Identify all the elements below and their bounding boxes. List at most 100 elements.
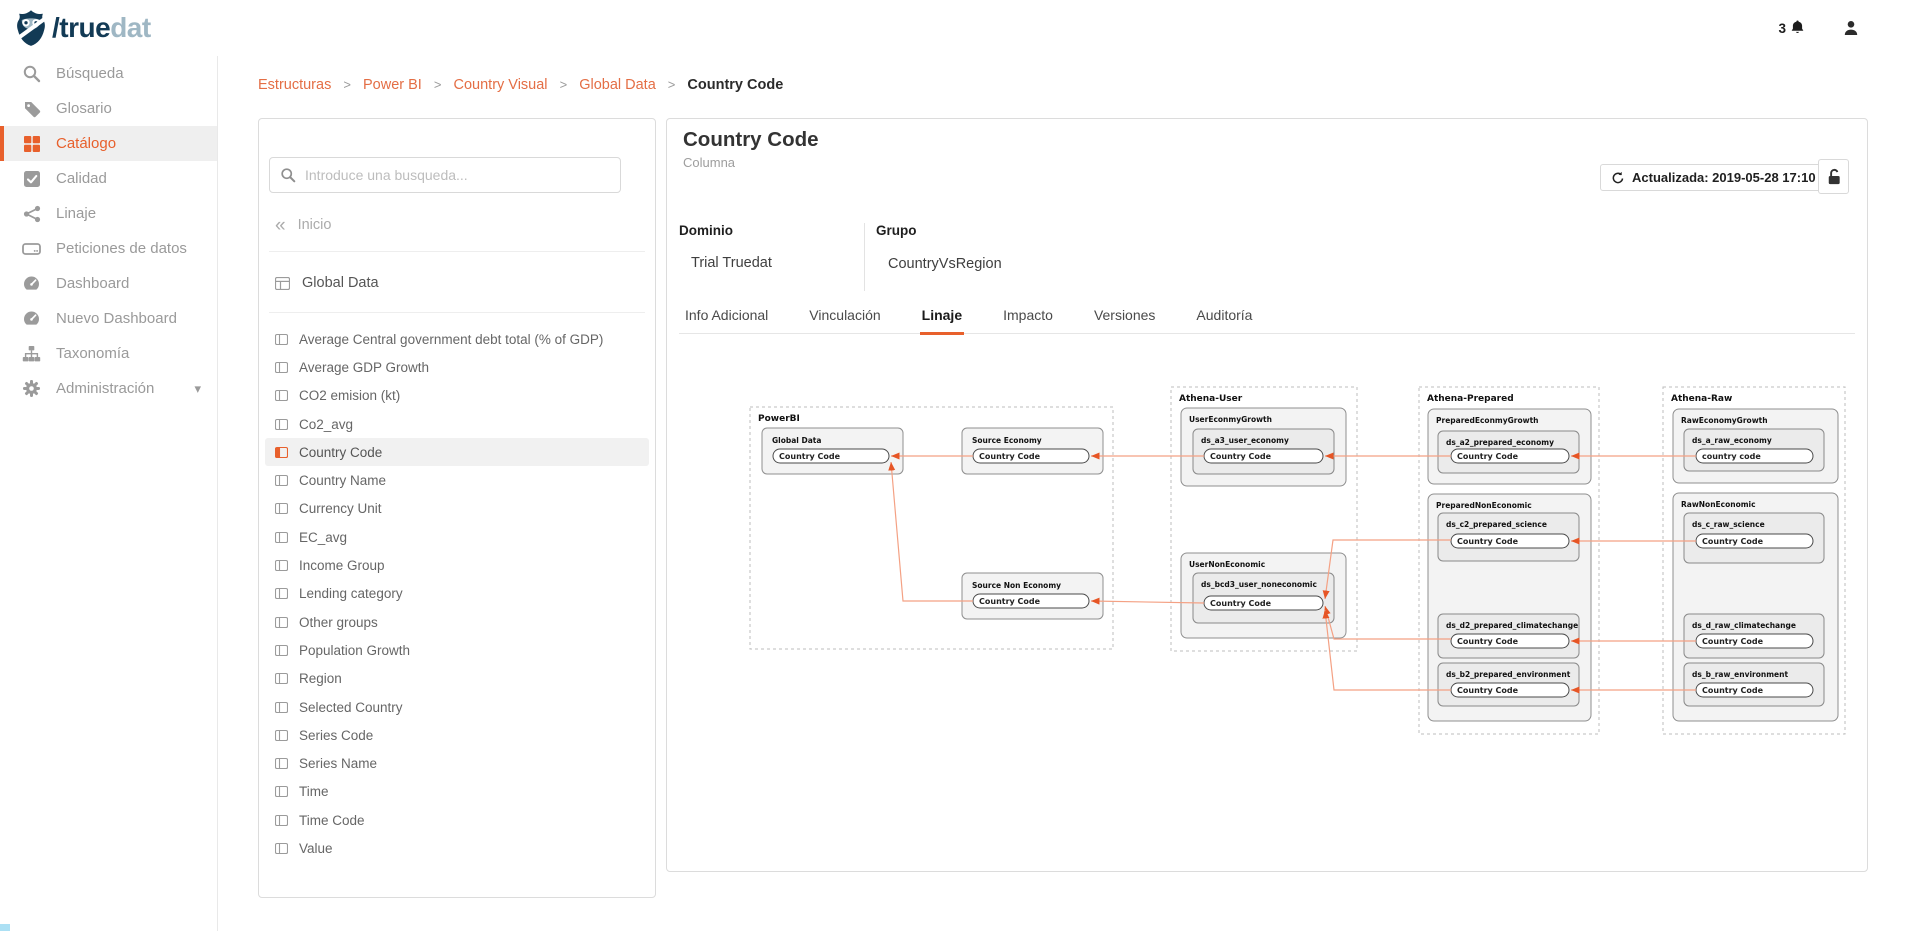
column-icon xyxy=(275,446,288,459)
gear-icon xyxy=(22,379,41,398)
list-item[interactable]: Other groups xyxy=(265,608,649,636)
list-item[interactable]: Income Group xyxy=(265,551,649,579)
lineage-node-user-economy-growth[interactable]: UserEconmyGrowth ds_a3_user_economy Coun… xyxy=(1181,408,1346,486)
node-label: ds_c_raw_science xyxy=(1692,520,1765,529)
tab-impacto[interactable]: Impacto xyxy=(1001,307,1055,335)
list-item[interactable]: Selected Country xyxy=(265,693,649,721)
field-label: Country Code xyxy=(1210,452,1272,461)
sidebar-item-busqueda[interactable]: Búsqueda xyxy=(0,56,217,91)
column-icon xyxy=(275,531,288,544)
node-label: UserEconmyGrowth xyxy=(1189,415,1272,424)
tab-auditoria[interactable]: Auditoría xyxy=(1194,307,1254,335)
lineage-node-ds-a-raw-economy[interactable]: ds_a_raw_economy country code xyxy=(1684,429,1824,471)
sidebar-item-nuevo-dashboard[interactable]: Nuevo Dashboard xyxy=(0,301,217,336)
list-item[interactable]: Country Name xyxy=(265,466,649,494)
sidebar-item-taxonomia[interactable]: Taxonomía xyxy=(0,336,217,371)
list-item[interactable]: Lending category xyxy=(265,580,649,608)
tab-info-adicional[interactable]: Info Adicional xyxy=(683,307,770,335)
lineage-node-ds-a2-prepared-economy[interactable]: ds_a2_prepared_economy Country Code xyxy=(1438,431,1579,473)
list-item[interactable]: Time xyxy=(265,778,649,806)
truedat-logo[interactable]: /truedat xyxy=(14,9,151,47)
lineage-graph[interactable]: PowerBI Athena-User Athena-Prepared Athe… xyxy=(741,376,1851,756)
sidebar-item-glosario[interactable]: Glosario xyxy=(0,91,217,126)
list-item[interactable]: Series Name xyxy=(265,749,649,777)
lineage-node-raw-economy-growth[interactable]: RawEconomyGrowth ds_a_raw_economy countr… xyxy=(1673,409,1838,483)
lineage-node-ds-b2-prepared-environment[interactable]: ds_b2_prepared_environment Country Code xyxy=(1438,663,1579,706)
list-item-label: Average Central government debt total (%… xyxy=(299,332,603,347)
group-value: CountryVsRegion xyxy=(888,256,1002,272)
sidebar-item-catalogo[interactable]: Catálogo xyxy=(0,126,217,161)
app: /truedat 3 xyxy=(0,0,1912,931)
node-label: UserNonEconomic xyxy=(1189,560,1265,569)
list-item[interactable]: Average Central government debt total (%… xyxy=(265,325,649,353)
sidebar: Búsqueda Glosario Catálogo Calidad Linaj… xyxy=(0,56,218,931)
search-input[interactable] xyxy=(305,167,610,183)
lineage-node-ds-a3-user-economy[interactable]: ds_a3_user_economy Country Code xyxy=(1193,429,1334,474)
sidebar-item-peticiones[interactable]: Peticiones de datos xyxy=(0,231,217,266)
lineage-node-ds-d-raw-climatechange[interactable]: ds_d_raw_climatechange Country Code xyxy=(1684,614,1824,658)
list-item[interactable]: EC_avg xyxy=(265,523,649,551)
back-to-inicio[interactable]: « Inicio xyxy=(259,203,655,247)
column-icon xyxy=(275,757,288,770)
lineage-node-raw-non-economic[interactable]: RawNonEconomic ds_c_raw_science Country … xyxy=(1673,493,1838,721)
field-label: Country Code xyxy=(1457,537,1519,546)
tab-linaje[interactable]: Linaje xyxy=(920,307,964,335)
list-item[interactable]: Currency Unit xyxy=(265,495,649,523)
list-item-label: Country Name xyxy=(299,473,386,488)
lineage-node-source-non-economy[interactable]: Source Non Economy Country Code xyxy=(962,573,1103,619)
lineage-node-source-economy[interactable]: Source Economy Country Code xyxy=(962,428,1103,474)
parent-structure-global-data[interactable]: Global Data xyxy=(259,257,655,309)
sidebar-item-linaje[interactable]: Linaje xyxy=(0,196,217,231)
list-item[interactable]: Average GDP Growth xyxy=(265,353,649,381)
notifications-button[interactable]: 3 xyxy=(1778,19,1806,37)
column-icon xyxy=(275,474,288,487)
sidebar-item-dashboard[interactable]: Dashboard xyxy=(0,266,217,301)
node-label: ds_bcd3_user_noneconomic xyxy=(1201,580,1317,589)
list-item[interactable]: Value xyxy=(265,834,649,862)
list-item[interactable]: Co2_avg xyxy=(265,410,649,438)
lineage-node-user-non-economic[interactable]: UserNonEconomic ds_bcd3_user_noneconomic… xyxy=(1181,553,1346,638)
list-item[interactable]: Series Code xyxy=(265,721,649,749)
detail-panel: Country Code Columna Actualizada: 2019-0… xyxy=(666,118,1868,872)
tab-versiones[interactable]: Versiones xyxy=(1092,307,1157,335)
breadcrumb-link[interactable]: Global Data xyxy=(579,77,656,93)
list-item[interactable]: Population Growth xyxy=(265,636,649,664)
unlock-button[interactable] xyxy=(1818,159,1849,194)
lineage-node-ds-d2-prepared-climatechange[interactable]: ds_d2_prepared_climatechange Country Cod… xyxy=(1438,614,1579,658)
drive-icon xyxy=(22,239,41,258)
lineage-node-prepared-non-economic[interactable]: PreparedNonEconomic ds_c2_prepared_scien… xyxy=(1428,494,1591,721)
list-item-label: Time xyxy=(299,784,329,799)
column-icon xyxy=(275,333,288,346)
refresh-updated-button[interactable]: Actualizada: 2019-05-28 17:10 xyxy=(1600,164,1827,191)
breadcrumb-separator: > xyxy=(668,77,676,92)
list-item[interactable]: CO2 emision (kt) xyxy=(265,382,649,410)
tab-vinculacion[interactable]: Vinculación xyxy=(807,307,882,335)
sidebar-item-calidad[interactable]: Calidad xyxy=(0,161,217,196)
list-item-label: Region xyxy=(299,671,342,686)
breadcrumb-link[interactable]: Country Visual xyxy=(454,77,548,93)
breadcrumb-link[interactable]: Estructuras xyxy=(258,77,331,93)
sidebar-item-administracion[interactable]: Administración ▾ xyxy=(0,371,217,406)
user-menu-button[interactable] xyxy=(1842,19,1860,37)
lineage-node-ds-c-raw-science[interactable]: ds_c_raw_science Country Code xyxy=(1684,513,1824,563)
list-item[interactable]: Region xyxy=(265,665,649,693)
list-item-label: Time Code xyxy=(299,813,365,828)
back-label: Inicio xyxy=(298,217,332,233)
breadcrumb-link[interactable]: Power BI xyxy=(363,77,422,93)
lineage-node-ds-b-raw-environment[interactable]: ds_b_raw_environment Country Code xyxy=(1684,663,1824,706)
column-icon xyxy=(275,729,288,742)
list-item[interactable]: Time Code xyxy=(265,806,649,834)
column-icon xyxy=(275,361,288,374)
divider xyxy=(269,251,645,252)
breadcrumb-current: Country Code xyxy=(687,77,783,93)
lineage-node-prepared-economy-growth[interactable]: PreparedEconmyGrowth ds_a2_prepared_econ… xyxy=(1428,409,1591,484)
structure-type: Columna xyxy=(683,155,735,170)
column-icon xyxy=(275,672,288,685)
search-box[interactable] xyxy=(269,157,621,193)
lineage-node-ds-bcd3-user-noneconomic[interactable]: ds_bcd3_user_noneconomic Country Code xyxy=(1193,573,1334,623)
list-item-selected[interactable]: Country Code xyxy=(265,438,649,466)
list-item-label: Series Name xyxy=(299,756,377,771)
lineage-node-ds-c2-prepared-science[interactable]: ds_c2_prepared_science Country Code xyxy=(1438,513,1579,561)
lineage-node-global-data[interactable]: Global Data Country Code xyxy=(762,428,903,474)
field-label: Country Code xyxy=(1457,452,1519,461)
